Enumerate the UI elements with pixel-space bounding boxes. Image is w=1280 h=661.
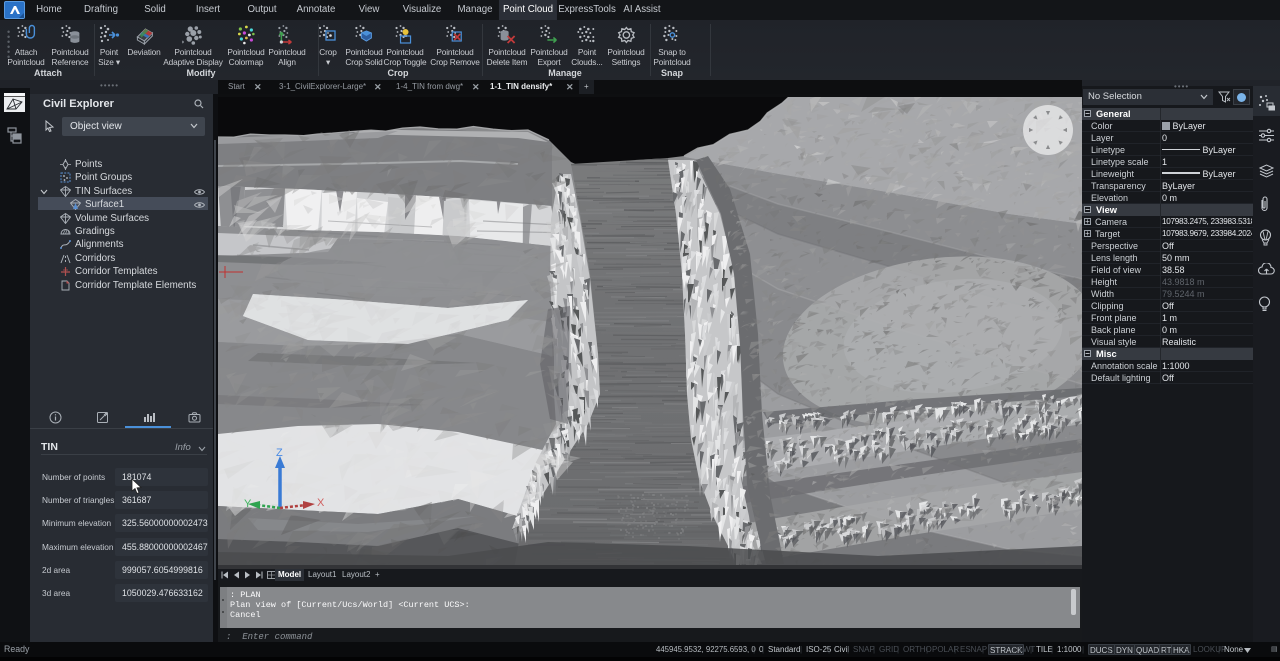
svg-text:X: X bbox=[317, 497, 325, 509]
svg-text:Z: Z bbox=[276, 447, 283, 459]
svg-text:Y: Y bbox=[244, 498, 252, 510]
